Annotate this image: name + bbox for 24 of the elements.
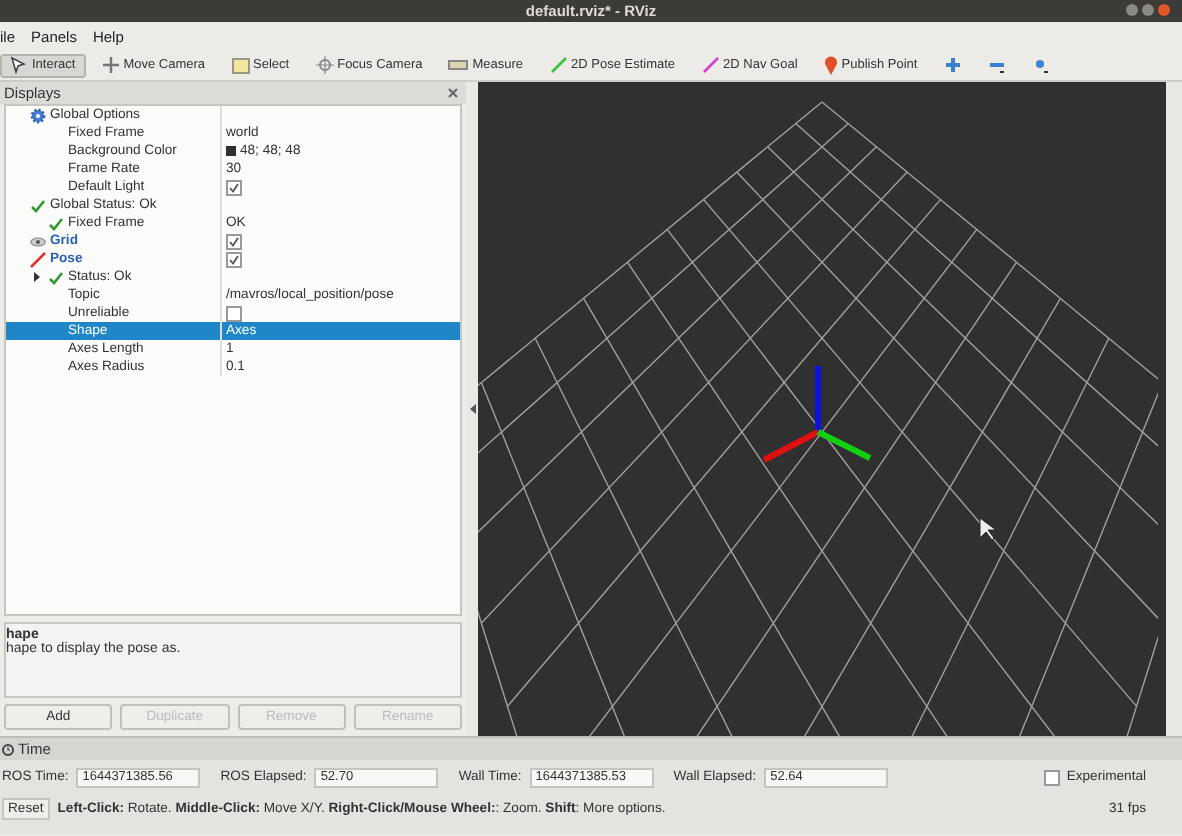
checkbox[interactable] <box>226 251 242 267</box>
axes-drawing <box>762 366 872 463</box>
mouse-cursor-icon <box>979 517 997 541</box>
map-pin-icon <box>823 55 838 75</box>
maximize-icon[interactable] <box>1142 4 1154 16</box>
checkbox[interactable] <box>226 233 242 249</box>
close-icon[interactable] <box>448 88 458 98</box>
cursor-icon <box>10 56 28 74</box>
close-icon[interactable] <box>1158 4 1170 16</box>
collapse-arrow-icon[interactable] <box>469 404 475 414</box>
clock-icon <box>2 743 14 755</box>
select-icon <box>231 57 250 73</box>
plus-icon[interactable] <box>943 56 962 74</box>
check-icon <box>48 269 64 285</box>
minimize-icon[interactable] <box>1126 4 1138 16</box>
dot-icon[interactable] <box>1031 56 1050 74</box>
expand-arrow-icon[interactable] <box>31 272 41 282</box>
ruler-icon <box>448 60 469 70</box>
checkbox[interactable] <box>226 179 242 195</box>
crosshair-icon <box>315 56 334 74</box>
checkbox[interactable] <box>1044 769 1061 785</box>
move-icon <box>101 56 120 74</box>
checkbox[interactable] <box>226 305 242 321</box>
eye-icon <box>30 233 46 249</box>
